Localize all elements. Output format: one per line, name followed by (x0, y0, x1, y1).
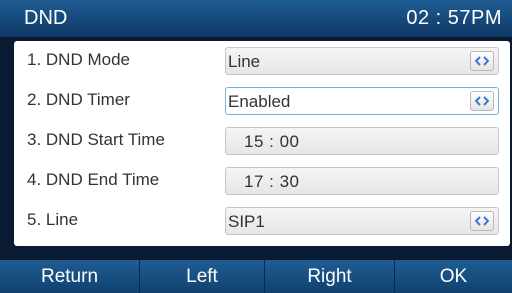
dnd-timer-select[interactable]: Enabled (225, 87, 499, 115)
setting-row-dnd-mode[interactable]: 1. DND Mode Line (14, 41, 510, 81)
setting-value: 15 : 00 (244, 132, 300, 151)
setting-row-line[interactable]: 5. Line SIP1 (14, 201, 510, 241)
setting-value: Enabled (228, 92, 291, 111)
dnd-end-time-input[interactable]: 17 : 30 (225, 167, 499, 195)
settings-panel: 1. DND Mode Line 2. DND Timer Enabled 3.… (14, 41, 510, 246)
line-select[interactable]: SIP1 (225, 207, 499, 235)
right-softkey[interactable]: Right (265, 260, 395, 293)
setting-row-dnd-start-time[interactable]: 3. DND Start Time 15 : 00 (14, 121, 510, 161)
left-right-arrows-icon[interactable] (470, 91, 494, 111)
setting-label: 4. DND End Time (27, 170, 160, 189)
left-softkey[interactable]: Left (140, 260, 265, 293)
setting-value: Line (228, 52, 261, 71)
dnd-start-time-input[interactable]: 15 : 00 (225, 127, 499, 155)
setting-label: 1. DND Mode (27, 50, 130, 69)
softkey-bar: Return Left Right OK (0, 260, 512, 293)
setting-label: 2. DND Timer (27, 90, 130, 109)
setting-label: 3. DND Start Time (27, 130, 165, 149)
title-bar: DND 02 : 57PM (0, 0, 512, 37)
clock: 02 : 57PM (406, 7, 502, 29)
setting-value: SIP1 (228, 212, 265, 231)
setting-row-dnd-end-time[interactable]: 4. DND End Time 17 : 30 (14, 161, 510, 201)
left-right-arrows-icon[interactable] (470, 51, 494, 71)
setting-label: 5. Line (27, 210, 79, 229)
left-right-arrows-icon[interactable] (470, 211, 494, 231)
setting-row-dnd-timer[interactable]: 2. DND Timer Enabled (14, 81, 510, 121)
page-title: DND (24, 7, 68, 29)
dnd-mode-select[interactable]: Line (225, 47, 499, 75)
return-softkey[interactable]: Return (0, 260, 140, 293)
ok-softkey[interactable]: OK (395, 260, 512, 293)
setting-value: 17 : 30 (244, 172, 300, 191)
